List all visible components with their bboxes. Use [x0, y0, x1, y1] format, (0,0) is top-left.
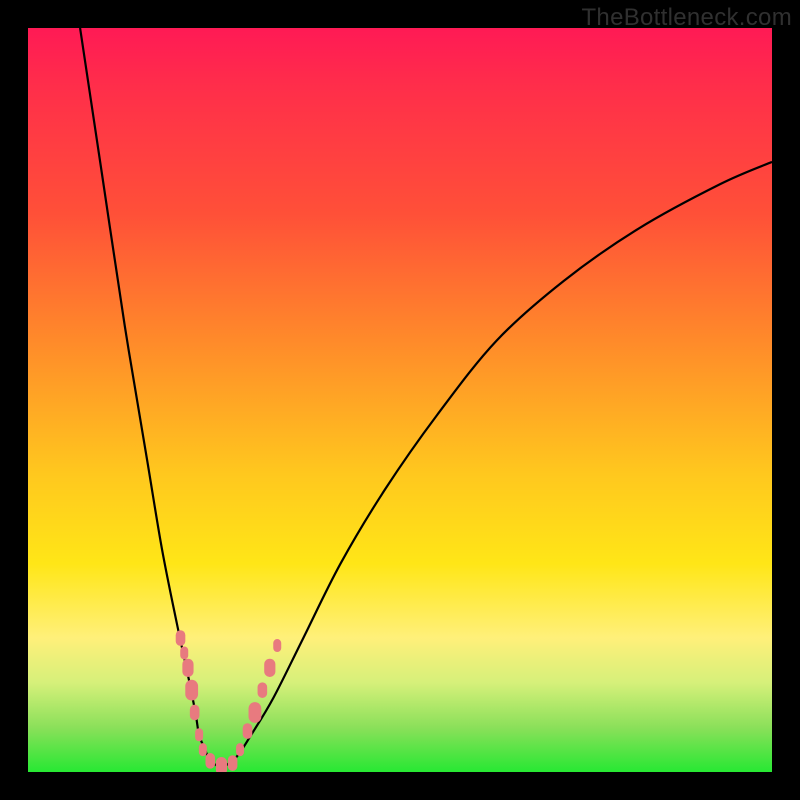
gradient-background [28, 28, 772, 772]
chart-frame [28, 28, 772, 772]
